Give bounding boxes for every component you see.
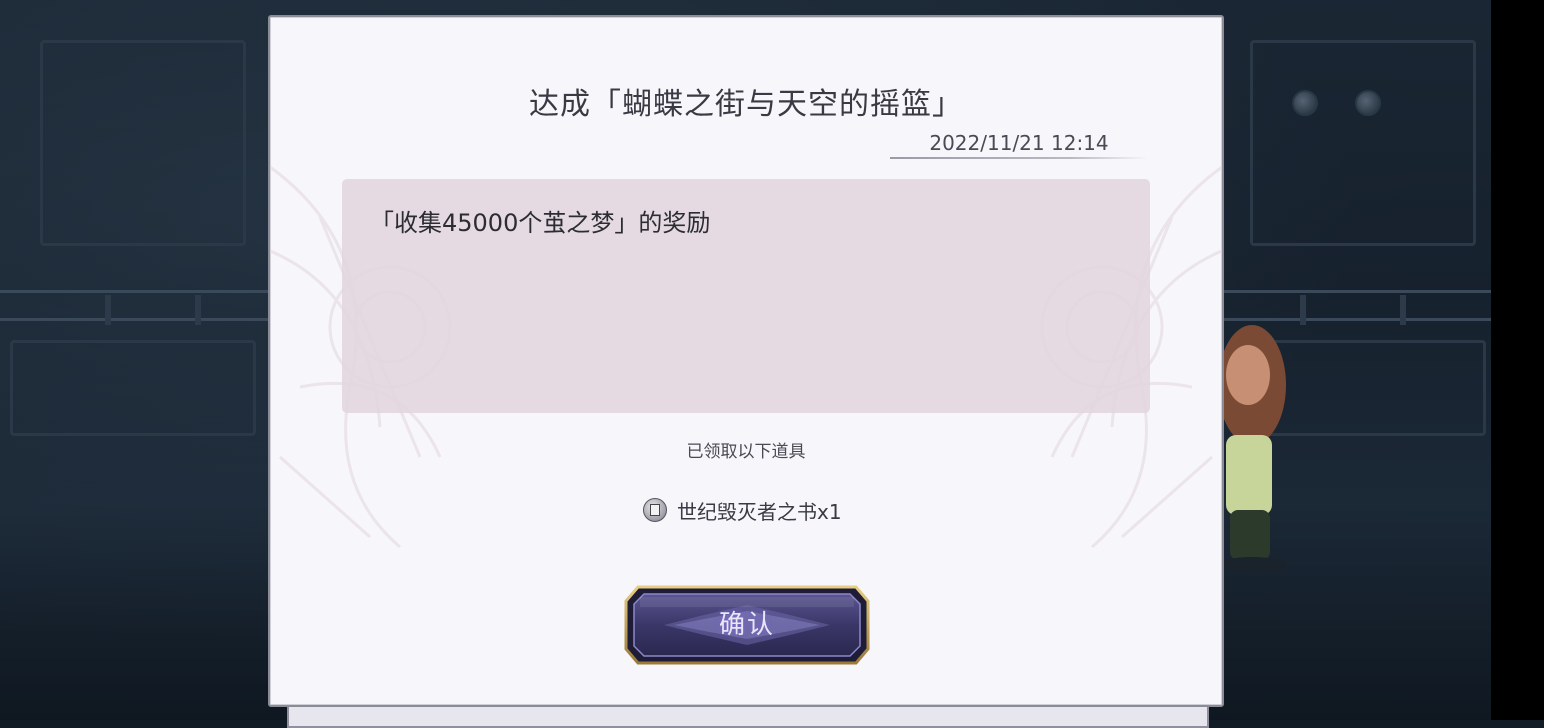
dialog-title: 达成「蝴蝶之街与天空的摇篮」 (529, 87, 963, 122)
underlying-panel (287, 704, 1209, 728)
reward-item: 世纪毁灭者之书x1 (643, 495, 842, 525)
background-rivet (1355, 90, 1381, 116)
background-window (1250, 40, 1476, 246)
message-box: 「收集45000个茧之梦」的奖励 (342, 179, 1150, 413)
background-window (1260, 340, 1486, 436)
background-rail (0, 318, 268, 321)
background-pillar (195, 295, 201, 325)
background-pillar (1300, 295, 1306, 325)
background-pillar (1400, 295, 1406, 325)
background-rivet (1292, 90, 1318, 116)
background-rail (0, 290, 268, 293)
received-items-label: 已领取以下道具 (686, 442, 806, 462)
screen-edge (1491, 0, 1544, 720)
timestamp: 2022/11/21 12:14 (929, 131, 1109, 155)
background-rail (1222, 290, 1492, 293)
book-icon (643, 498, 667, 522)
reward-dialog: 达成「蝴蝶之街与天空的摇篮」 2022/11/21 12:14 「收集45000… (268, 15, 1224, 707)
reward-item-label: 世纪毁灭者之书x1 (677, 499, 842, 524)
confirm-button-label: 确认 (718, 610, 775, 640)
message-text: 「收集45000个茧之梦」的奖励 (370, 209, 711, 237)
background-window (40, 40, 246, 246)
confirm-button[interactable]: 确认 (624, 585, 870, 665)
timestamp-underline (890, 157, 1148, 159)
background-pillar (105, 295, 111, 325)
background-window (10, 340, 256, 436)
character-sprite (1222, 325, 1286, 573)
